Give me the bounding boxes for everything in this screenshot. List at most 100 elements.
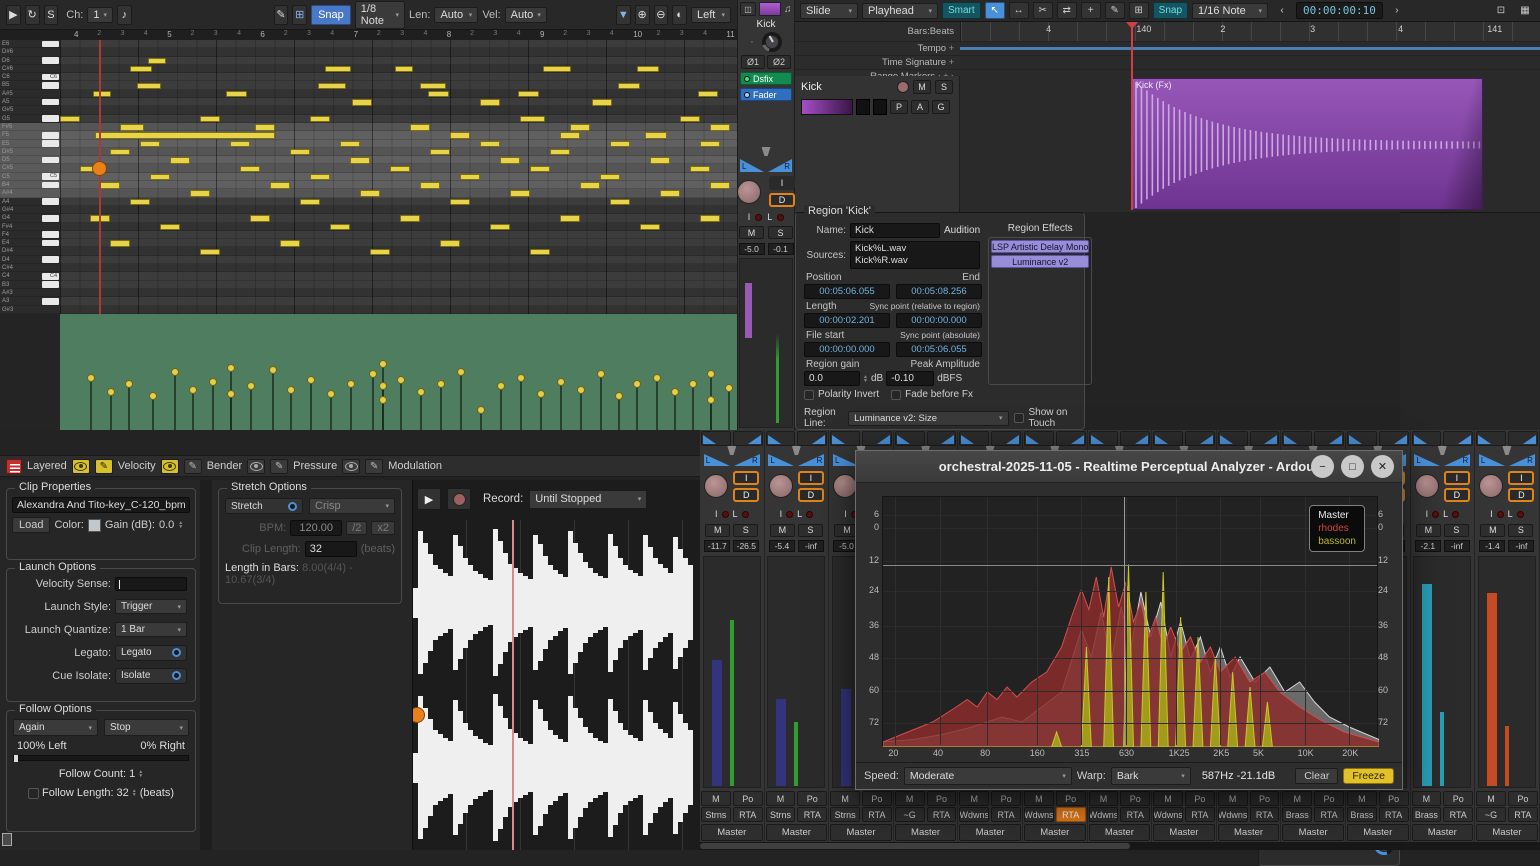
velocity-lane[interactable]: [60, 314, 737, 430]
snap-button[interactable]: Snap: [1153, 2, 1188, 19]
velocity-lollipop[interactable]: [372, 374, 374, 430]
solo-button[interactable]: S: [798, 524, 823, 537]
piano-key[interactable]: F#5: [0, 123, 60, 131]
meter-point-button[interactable]: M: [1218, 791, 1248, 806]
draw-grid-icon[interactable]: ⊞: [292, 5, 307, 25]
piano-key[interactable]: C6C6: [0, 73, 60, 81]
loop-icon[interactable]: ↻: [25, 5, 40, 25]
post-button[interactable]: Po: [1443, 791, 1473, 806]
midi-note[interactable]: [560, 132, 580, 139]
velocity-lollipop[interactable]: [600, 374, 602, 430]
input-led[interactable]: [1497, 511, 1504, 518]
velocity-lollipop[interactable]: [560, 382, 562, 430]
group-button[interactable]: Strns: [830, 807, 860, 822]
clip-gain-value[interactable]: 0.0: [159, 519, 174, 531]
rta-button[interactable]: RTA: [1508, 807, 1538, 822]
white-key[interactable]: [42, 82, 59, 89]
midi-ruler[interactable]: 4234523462347234823492341023411234: [0, 30, 737, 40]
velocity-lollipop[interactable]: [382, 400, 384, 430]
output-master-button[interactable]: Master: [701, 824, 763, 841]
grid-select[interactable]: 1/16 Note▾: [1192, 3, 1268, 19]
warp-select[interactable]: Bark▾: [1111, 767, 1191, 785]
velocity-lollipop[interactable]: [636, 384, 638, 430]
minimize-icon[interactable]: −: [1311, 455, 1334, 478]
track-color-swatch[interactable]: [759, 2, 781, 16]
snap-button[interactable]: Snap: [311, 5, 351, 25]
post-button[interactable]: Po: [1379, 791, 1409, 806]
output-master-button[interactable]: Master: [1412, 824, 1474, 841]
midi-note[interactable]: [637, 66, 659, 73]
midi-note[interactable]: [420, 83, 446, 90]
record-mode-select[interactable]: Until Stopped▾: [529, 490, 647, 509]
disk-button[interactable]: D: [798, 488, 824, 502]
piano-key[interactable]: G5: [0, 115, 60, 123]
midi-note[interactable]: [370, 249, 390, 256]
midi-note[interactable]: [500, 157, 520, 164]
piano-key[interactable]: G4: [0, 214, 60, 222]
velocity-lollipop[interactable]: [460, 372, 462, 430]
clip-playhead[interactable]: [512, 520, 514, 850]
time-signature-ruler[interactable]: [960, 56, 1540, 69]
piano-key[interactable]: A3: [0, 297, 60, 305]
piano-key[interactable]: G#4: [0, 206, 60, 214]
gain-knob[interactable]: [769, 474, 793, 498]
track-lane[interactable]: Kick (Fx): [960, 76, 1540, 212]
velocity-dot[interactable]: [707, 396, 715, 404]
midi-note[interactable]: [110, 240, 130, 247]
rta-button[interactable]: RTA: [733, 807, 763, 822]
midi-note[interactable]: [190, 190, 210, 197]
midi-note[interactable]: [518, 91, 539, 98]
follow-length-value[interactable]: 32: [117, 787, 129, 799]
midi-note[interactable]: [580, 182, 600, 189]
midi-note[interactable]: [310, 116, 330, 123]
piano-key[interactable]: C#4: [0, 264, 60, 272]
double-tempo-button[interactable]: x2: [371, 521, 395, 535]
midi-note[interactable]: [226, 91, 247, 98]
end-field[interactable]: 00:05:08.256: [896, 284, 982, 299]
midi-note[interactable]: [410, 124, 430, 131]
post-button[interactable]: Po: [1185, 791, 1215, 806]
velocity-lollipop[interactable]: [656, 378, 658, 430]
track-color-bar[interactable]: [801, 99, 853, 115]
strip-tab[interactable]: [1056, 431, 1086, 446]
piano-key[interactable]: E4: [0, 239, 60, 247]
velocity-lollipop[interactable]: [290, 390, 292, 430]
midi-note[interactable]: [352, 99, 372, 106]
post-button[interactable]: Po: [1250, 791, 1280, 806]
velocity-lollipop[interactable]: [90, 378, 92, 430]
velocity-lollipop[interactable]: [400, 380, 402, 430]
zoom-out-icon[interactable]: ⊖: [654, 5, 669, 25]
velocity-lollipop[interactable]: [500, 386, 502, 430]
piano-key[interactable]: G#5: [0, 106, 60, 114]
follow-left-select[interactable]: Again▾: [13, 719, 98, 736]
white-key[interactable]: [42, 256, 59, 263]
velocity-dot[interactable]: [615, 392, 623, 400]
midi-note[interactable]: [570, 124, 590, 131]
velocity-dot[interactable]: [577, 386, 585, 394]
draw-tool-icon[interactable]: ✎: [1105, 2, 1125, 19]
output-led[interactable]: [1517, 511, 1524, 518]
midi-note[interactable]: [160, 224, 180, 231]
midi-note[interactable]: [650, 157, 670, 164]
white-key[interactable]: [42, 99, 59, 106]
output-led[interactable]: [742, 511, 749, 518]
midi-note[interactable]: [100, 182, 120, 189]
group-button[interactable]: Wdwns: [1024, 807, 1054, 822]
region-effects-list[interactable]: LSP Artistic Delay MonoLuminance v2: [988, 237, 1092, 385]
group-button[interactable]: Brass: [1282, 807, 1312, 822]
gain-spinner[interactable]: ▲▼: [863, 375, 868, 383]
midi-note[interactable]: [480, 141, 500, 148]
white-key[interactable]: [42, 41, 59, 48]
midi-note[interactable]: [610, 199, 630, 206]
midi-note[interactable]: [640, 224, 660, 231]
input-led[interactable]: [722, 511, 729, 518]
rta-button[interactable]: RTA: [1185, 807, 1215, 822]
maximize-icon[interactable]: □: [1341, 455, 1364, 478]
strip-tab[interactable]: [830, 431, 860, 446]
midi-note[interactable]: [710, 182, 730, 189]
piano-key[interactable]: F#4: [0, 223, 60, 231]
len-select[interactable]: Auto▾: [434, 7, 478, 23]
white-key[interactable]: [42, 198, 59, 205]
white-key[interactable]: [42, 215, 59, 222]
midi-note[interactable]: [255, 124, 275, 131]
